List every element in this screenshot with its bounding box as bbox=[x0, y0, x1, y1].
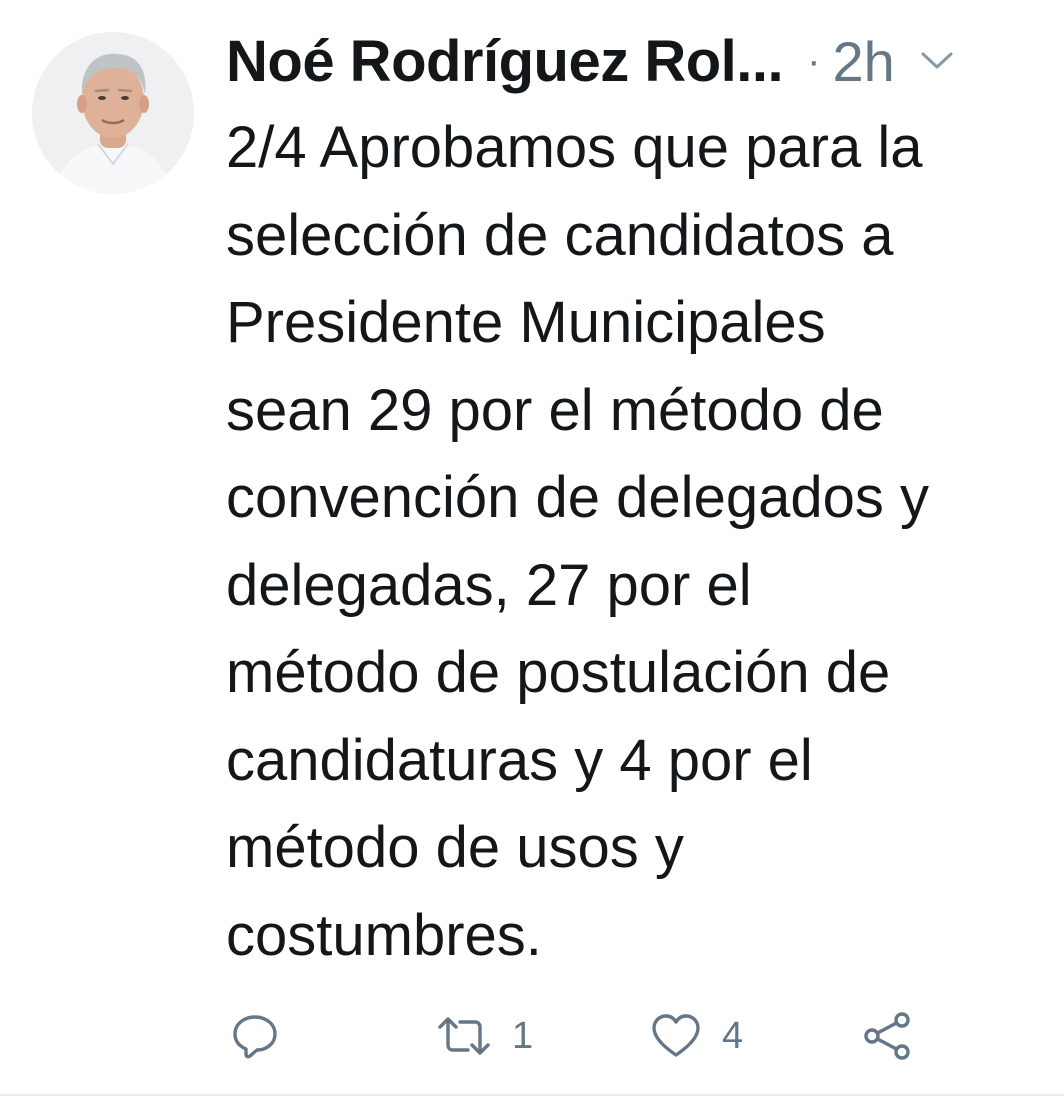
tweet-text: 2/4 Aprobamos que para la selección de c… bbox=[226, 104, 1046, 979]
tweet-text-line: costumbres. bbox=[226, 902, 542, 968]
avatar[interactable] bbox=[32, 32, 194, 194]
retweet-button[interactable]: 1 bbox=[436, 1006, 533, 1066]
timestamp[interactable]: 2h bbox=[832, 29, 894, 94]
chevron-down-icon[interactable] bbox=[917, 41, 957, 81]
retweet-icon bbox=[438, 1017, 490, 1055]
tweet-text-line: Presidente Municipales bbox=[226, 290, 826, 355]
tweet-actions: 1 4 bbox=[226, 1006, 946, 1066]
retweet-count: 1 bbox=[512, 1014, 534, 1057]
reply-button[interactable] bbox=[230, 1006, 300, 1066]
tweet-header: Noé Rodríguez Rol... · 2h bbox=[226, 26, 1046, 96]
like-count: 4 bbox=[722, 1014, 744, 1057]
share-button[interactable] bbox=[862, 1006, 914, 1066]
heart-icon bbox=[652, 1014, 700, 1057]
tweet-text-line: selección de candidatos a bbox=[226, 202, 894, 268]
tweet-text-line: sean 29 por el método de bbox=[226, 377, 884, 443]
author-name[interactable]: Noé Rodríguez Rol... bbox=[226, 28, 784, 95]
avatar-photo bbox=[32, 32, 194, 194]
tweet-text-line: 2/4 Aprobamos que para la bbox=[226, 115, 923, 180]
tweet[interactable]: Noé Rodríguez Rol... · 2h 2/4 Aprobamos … bbox=[0, 0, 1064, 1097]
tweet-text-line: convención de delegados y bbox=[226, 465, 929, 530]
divider bbox=[0, 1094, 1064, 1096]
tweet-text-line: método de usos y bbox=[226, 815, 684, 880]
tweet-text-line: candidaturas y 4 por el bbox=[226, 727, 813, 793]
tweet-text-line: delegadas, 27 por el bbox=[226, 552, 752, 618]
reply-icon bbox=[233, 1015, 277, 1059]
meta-separator: · bbox=[807, 38, 821, 83]
share-icon bbox=[864, 1012, 910, 1060]
like-button[interactable]: 4 bbox=[650, 1006, 743, 1066]
tweet-text-line: método de postulación de bbox=[226, 640, 891, 705]
